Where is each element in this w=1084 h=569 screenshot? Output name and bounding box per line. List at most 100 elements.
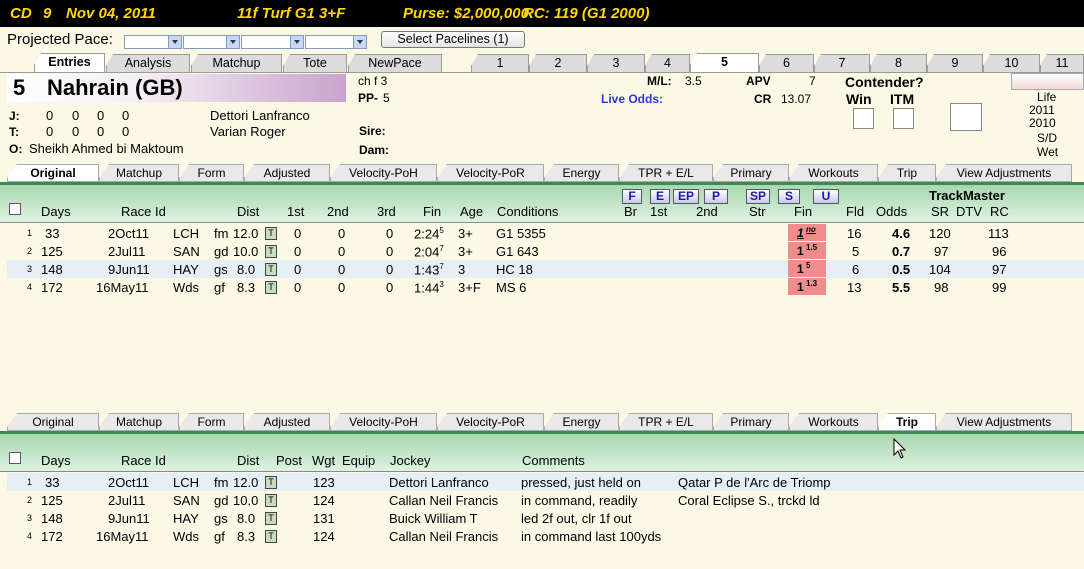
table-row[interactable]: 3 148 9Jun11 HAY gs 8.0 T 131 Buick William T led… [7, 509, 1084, 527]
pace-dropdown-3[interactable] [241, 35, 304, 49]
tab-matchup[interactable]: Matchup [191, 54, 282, 72]
col-sr: SR [931, 204, 950, 219]
call-2nd: 0 [338, 226, 346, 241]
subtab-velocity-por[interactable]: Velocity-PoR [437, 413, 544, 431]
subtab-energy[interactable]: Energy [544, 413, 619, 431]
segment-s-button[interactable]: S [778, 189, 800, 204]
tab-entries[interactable]: Entries [34, 53, 105, 72]
subtab-view-adjustments[interactable]: View Adjustments [936, 164, 1072, 182]
select-all-checkbox[interactable] [9, 203, 21, 215]
turf-flag-icon: T [265, 512, 277, 525]
table-row[interactable]: 2 125 2Jul11 SAN gd 10.0 T 0 0 0 2:047 3+ G1 643 1 1.5… [7, 242, 1084, 260]
age-value: 3+F [458, 280, 481, 295]
subtab-energy[interactable]: Energy [544, 164, 619, 182]
call-2nd: 0 [338, 280, 346, 295]
col-dtv: DTV [956, 204, 982, 219]
subtab-velocity-por[interactable]: Velocity-PoR [437, 164, 544, 182]
tab-newpace[interactable]: NewPace [348, 54, 442, 72]
subtab-form[interactable]: Form [179, 164, 244, 182]
col-post: Post [276, 453, 303, 468]
race-tab-9[interactable]: 9 [927, 54, 983, 72]
subtab-primary[interactable]: Primary [713, 164, 789, 182]
days-value: 33 [45, 226, 60, 241]
table-row[interactable]: 4 172 16May11 Wds gf 8.3 T 124 Callan Neil Franc… [7, 527, 1084, 545]
subtab-matchup[interactable]: Matchup [99, 413, 179, 431]
track-code: HAY [173, 262, 199, 277]
subtab-workouts[interactable]: Workouts [789, 164, 878, 182]
jockey-name: Dettori Lanfranco [210, 108, 310, 123]
win-checkbox[interactable] [853, 108, 874, 129]
select-all-checkbox[interactable] [9, 452, 21, 464]
table-row[interactable]: 3 148 9Jun11 HAY gs 8.0 T 0 0 0 1:437 3 HC 18 1 5 6 0.5 1… [7, 260, 1084, 278]
race-tab-10[interactable]: 10 [983, 54, 1040, 72]
days-value: 148 [41, 511, 63, 526]
dam-label: Dam: [359, 143, 390, 157]
subtab-primary[interactable]: Primary [713, 413, 789, 431]
horse-number: 5 [13, 75, 26, 100]
subtab-tpr-el[interactable]: TPR + E/L [619, 164, 713, 182]
surface-code: fm [214, 226, 229, 241]
race-tab-7[interactable]: 7 [814, 54, 870, 72]
subtab-matchup[interactable]: Matchup [99, 164, 179, 182]
race-tab-5[interactable]: 5 [690, 53, 759, 72]
subtab-velocity-poh[interactable]: Velocity-PoH [330, 413, 437, 431]
odds-value: 4.6 [892, 226, 911, 241]
table-row[interactable]: 1 33 2Oct11 LCH fm 12.0 T 123 Dettori Lanfranco p… [7, 473, 1084, 491]
track-code: HAY [173, 511, 199, 526]
subtab-trip[interactable]: Trip [878, 413, 936, 431]
tab-analysis[interactable]: Analysis [106, 54, 190, 72]
col-1st: 1st [287, 204, 305, 219]
race-tab-3[interactable]: 3 [587, 54, 645, 72]
race-tab-8[interactable]: 8 [870, 54, 927, 72]
subtab-adjusted[interactable]: Adjusted [244, 164, 330, 182]
finish-position: 1 [797, 226, 804, 240]
track-code: LCH [173, 226, 200, 241]
race-tab-1[interactable]: 1 [471, 54, 529, 72]
table-row[interactable]: 2 125 2Jul11 SAN gd 10.0 T 124 Callan Neil Franc… [7, 491, 1084, 509]
pace-dropdown-4[interactable] [305, 35, 367, 49]
col-wgt: Wgt [312, 453, 336, 468]
table-row[interactable]: 4 172 16May11 Wds gf 8.3 T 0 0 0 1:443 3+F MS 6 1 1.3 1… [7, 278, 1084, 296]
days-value: 33 [45, 475, 60, 490]
race-date: 2Oct11 [108, 475, 149, 490]
jockey-stat: 0 [72, 108, 80, 123]
ml-value: 3.5 [685, 74, 702, 88]
subtab-form[interactable]: Form [179, 413, 244, 431]
segment-u-button[interactable]: U [813, 189, 839, 204]
days-value: 172 [41, 280, 63, 295]
race-purse: Purse: $2,000,000 [403, 5, 529, 22]
subtab-original[interactable]: Original [7, 413, 99, 431]
subtab-workouts[interactable]: Workouts [789, 413, 878, 431]
subtab-original[interactable]: Original [7, 164, 99, 182]
subtab-adjusted[interactable]: Adjusted [244, 413, 330, 431]
segment-ep-button[interactable]: EP [673, 189, 699, 204]
race-tab-11[interactable]: 11 [1040, 54, 1084, 72]
comment-text: in command last 100yds [521, 529, 662, 544]
table-row[interactable]: 1 33 2Oct11 LCH fm 12.0 T 0 0 0 2:245 3+ G1 5355 1 no 1… [7, 224, 1084, 242]
segment-f-button[interactable]: F [622, 189, 642, 204]
segment-p-button[interactable]: P [704, 189, 728, 204]
race-date: 9Jun11 [108, 511, 150, 526]
subtab-tpr-el[interactable]: TPR + E/L [619, 413, 713, 431]
subtab-trip[interactable]: Trip [878, 164, 936, 182]
segment-sp-button[interactable]: SP [746, 189, 770, 204]
turf-flag-icon: T [265, 227, 277, 240]
pace-dropdown-1[interactable] [124, 35, 182, 49]
tab-tote[interactable]: Tote [283, 54, 347, 72]
segment-e-button[interactable]: E [650, 189, 670, 204]
speed-rating: 97 [934, 244, 949, 259]
race-tab-6[interactable]: 6 [759, 54, 814, 72]
pace-dropdown-2[interactable] [183, 35, 240, 49]
col-call-1st: 1st [650, 204, 668, 219]
odds-value: 5.5 [892, 280, 911, 295]
race-tab-2[interactable]: 2 [529, 54, 587, 72]
projected-pace-label: Projected Pace: [7, 31, 113, 48]
weight-value: 124 [313, 529, 335, 544]
subtab-velocity-poh[interactable]: Velocity-PoH [330, 164, 437, 182]
select-pacelines-button[interactable]: Select Pacelines (1) [381, 31, 525, 48]
itm-checkbox[interactable] [893, 108, 914, 129]
subtab-view-adjustments[interactable]: View Adjustments [936, 413, 1072, 431]
col-call-fin: Fin [794, 204, 813, 219]
race-tab-4[interactable]: 4 [645, 54, 690, 72]
contender-box[interactable] [950, 103, 982, 131]
